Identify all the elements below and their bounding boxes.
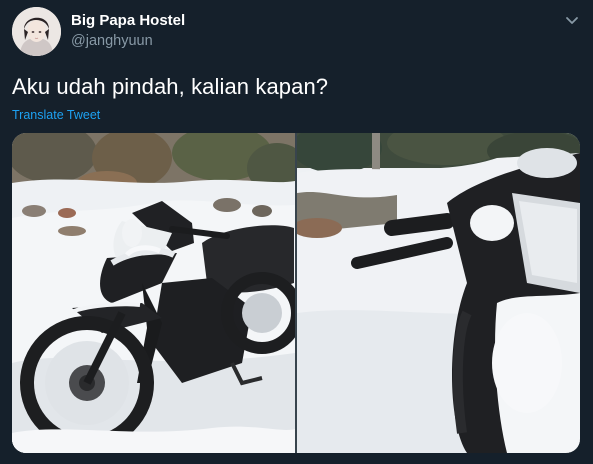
photo-handlebar-closeup[interactable] — [297, 133, 580, 453]
chevron-down-icon[interactable] — [562, 10, 582, 30]
photo-motorbike-snow[interactable] — [12, 133, 295, 453]
tweet-card: Big Papa Hostel @janghyuun Aku udah pind… — [0, 0, 593, 464]
user-handle[interactable]: @janghyuun — [71, 32, 153, 50]
avatar[interactable] — [12, 7, 61, 56]
display-name[interactable]: Big Papa Hostel — [71, 12, 185, 30]
translate-tweet-link[interactable]: Translate Tweet — [12, 107, 100, 123]
tweet-media[interactable] — [12, 133, 580, 453]
tweet-text: Aku udah pindah, kalian kapan? — [12, 74, 329, 99]
